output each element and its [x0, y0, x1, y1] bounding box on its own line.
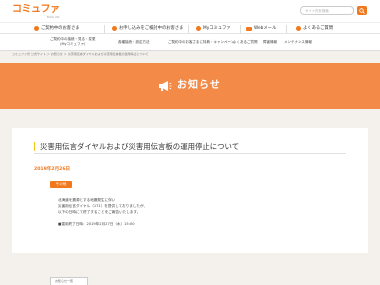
- article-title: 災害用伝言ダイヤルおよび災害用伝言板の運用停止について: [34, 142, 239, 151]
- nav-divider: [104, 25, 105, 33]
- nav-item-my-commufa[interactable]: Myコミュファ: [196, 26, 231, 32]
- search-input[interactable]: サイト内を検索: [300, 6, 354, 15]
- subnav-item-connection-settings[interactable]: 各種接続・設定方法: [118, 40, 150, 45]
- subnav-item-contract-info[interactable]: ご契約中の接続・見る・変更 (Myコミュファ): [50, 37, 96, 47]
- logo[interactable]: コミュファ from ctc: [12, 4, 60, 20]
- nav-item-faq[interactable]: よくあるご質問: [296, 26, 333, 32]
- page-title: お知らせ: [177, 80, 221, 91]
- subnav-item-faq[interactable]: よくあるご質問: [233, 40, 258, 45]
- nav-label: お申し込みをご検討中のお客さま: [119, 26, 184, 31]
- mail-icon: [246, 26, 252, 31]
- article-body-line: 災害用伝言ダイヤル（171）を提供しておりましたが、: [58, 204, 148, 208]
- nav-divider: [240, 25, 241, 33]
- nav-label: Webメール: [254, 26, 277, 31]
- subnav-item-outage-info[interactable]: 障害情報: [263, 40, 277, 45]
- nav-divider: [188, 25, 189, 33]
- document-icon: [112, 26, 117, 32]
- nav-label: ご契約中のお客さま: [41, 26, 80, 31]
- search-icon[interactable]: [357, 6, 367, 15]
- question-icon: [296, 26, 301, 32]
- article-body-line: ■運用終了日時：2019年2月27日（水）15:00: [58, 222, 135, 226]
- category-badge: その他: [50, 181, 72, 188]
- main-nav: ご契約中のお客さま お申し込みをご検討中のお客さま Myコミュファ Webメール…: [0, 22, 380, 34]
- site-header: コミュファ from ctc サイト内を検索: [0, 0, 380, 22]
- subnav-item-campaigns[interactable]: ご契約中のお客さまに特典・キャンペーン: [168, 40, 234, 45]
- page-hero: お知らせ: [0, 63, 380, 109]
- divider: [34, 153, 346, 154]
- nav-divider: [286, 25, 287, 33]
- article-date: 2019年2月26日: [34, 167, 71, 172]
- subnav-item-maintenance-info[interactable]: メンテナンス情報: [284, 40, 312, 45]
- nav-label: Myコミュファ: [203, 26, 231, 31]
- hero-heading: お知らせ: [158, 79, 221, 92]
- logo-subtext: from ctc: [47, 15, 60, 19]
- person-icon: [34, 26, 39, 32]
- news-list-button[interactable]: お知らせ一覧: [50, 277, 88, 285]
- heart-icon: [196, 26, 201, 32]
- logo-text: コミュファ: [12, 4, 60, 15]
- article-body-line: 以下の日時にて終了することをご報告いたします。: [58, 210, 141, 214]
- nav-item-prospective-customers[interactable]: お申し込みをご検討中のお客さま: [112, 26, 183, 32]
- nav-item-webmail[interactable]: Webメール: [246, 26, 276, 32]
- sub-nav: ご契約中の接続・見る・変更 (Myコミュファ) 各種接続・設定方法 ご契約中のお…: [0, 34, 380, 51]
- nav-item-current-customers[interactable]: ご契約中のお客さま: [34, 26, 80, 32]
- megaphone-icon: [159, 80, 172, 91]
- nav-label: よくあるご質問: [303, 26, 334, 31]
- article-body-line: 北海道を震源とする地震発生に伴い: [58, 198, 116, 202]
- breadcrumb[interactable]: コミュファ光 公式サイト ＞ お知らせ ＞ 災害用伝言ダイヤルおよび災害用伝言板…: [12, 52, 149, 57]
